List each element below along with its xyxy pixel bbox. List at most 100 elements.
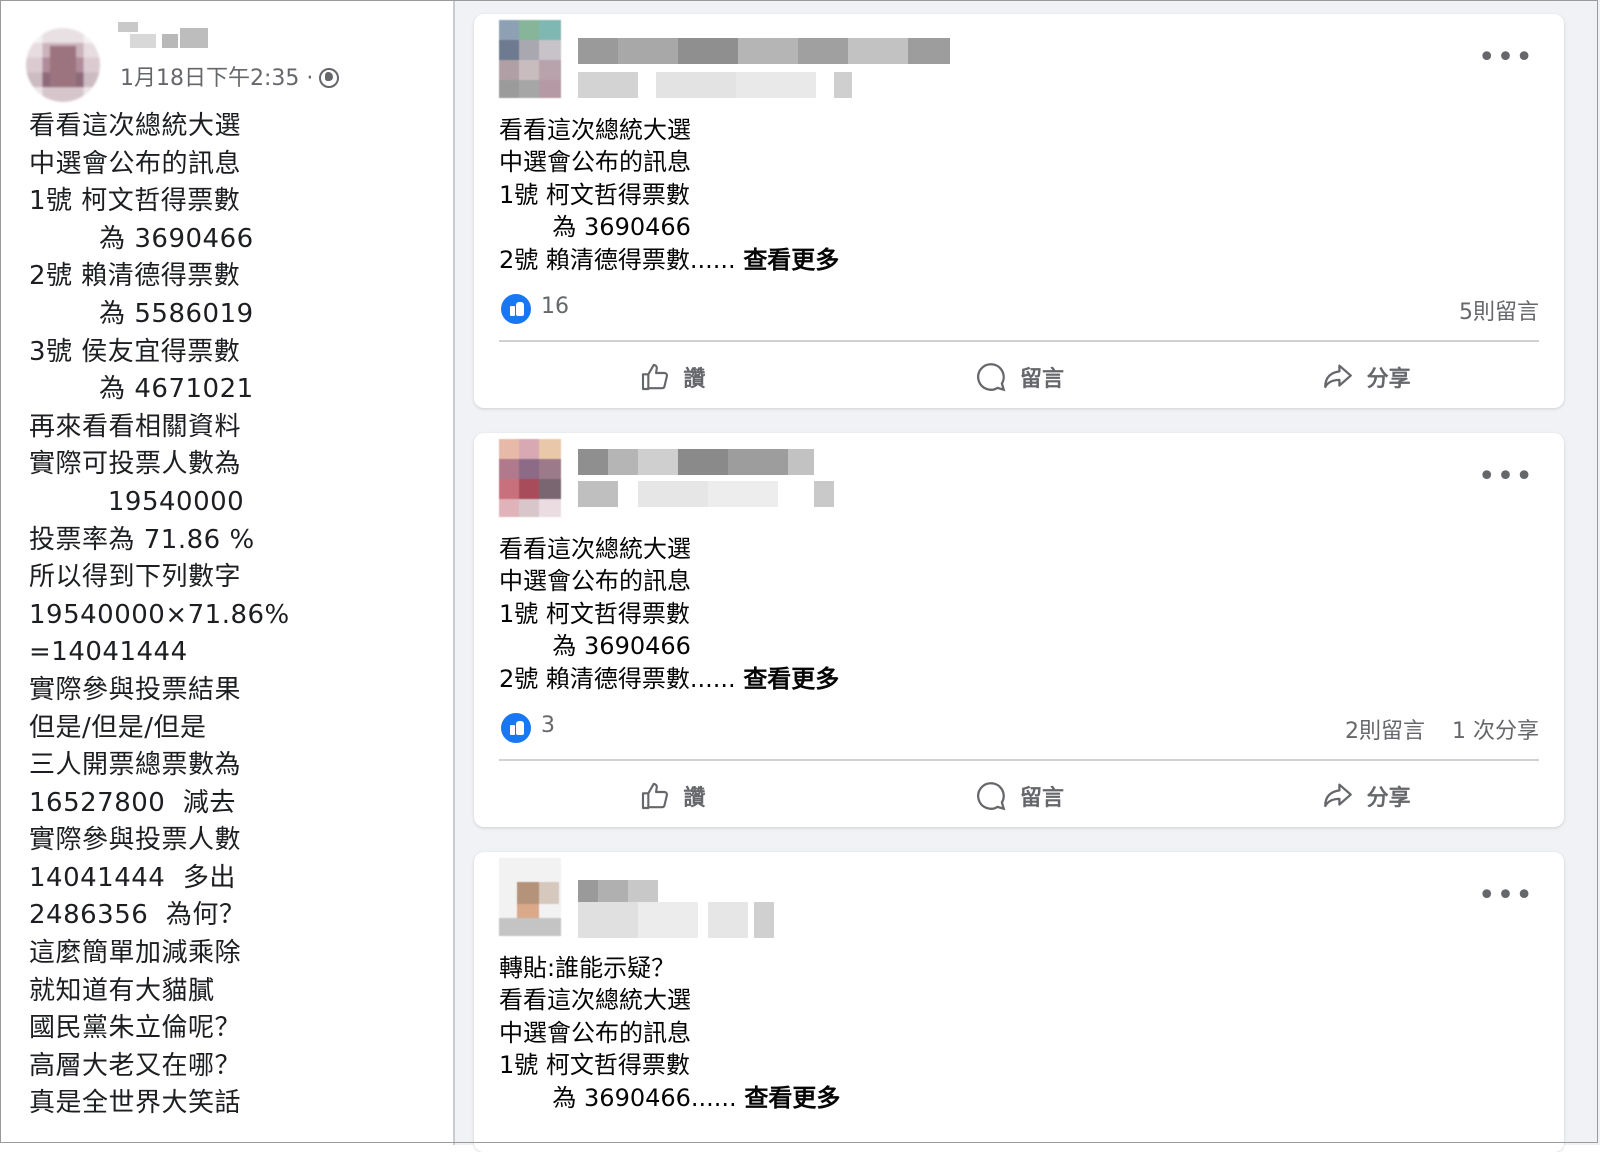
post-line: 為 5586019: [29, 298, 254, 329]
post-line: 看看這次總統大選: [499, 535, 691, 563]
post-line: 2486356 為何？: [29, 900, 246, 931]
post-line-text: 2號 賴清德得票數......: [499, 245, 736, 274]
post-line: 實際參與投票人數: [29, 825, 242, 856]
post-line: 2號 賴清德得票數...... 查看更多: [499, 663, 1499, 695]
like-button[interactable]: 讚: [499, 352, 846, 402]
post-line: 中選會公布的訊息: [499, 1018, 691, 1047]
post-meta-redacted[interactable]: [578, 72, 858, 98]
more-options-icon[interactable]: •••: [1478, 462, 1534, 492]
post-body: 看看這次總統大選 中選會公布的訊息 1號 柯文哲得票數 為 3690466 2號 賴清…: [29, 108, 439, 1123]
post-line: 三人開票總票數為: [29, 750, 242, 781]
see-more-link[interactable]: 查看更多: [744, 1084, 840, 1112]
post-line-text: 為 3690466......: [499, 1083, 737, 1112]
globe-icon: [319, 68, 340, 88]
like-button[interactable]: 讚: [499, 771, 846, 821]
post-line: 1號 柯文哲得票數: [499, 180, 690, 209]
post-line: 投票率為 71.86 %: [29, 524, 255, 555]
action-bar: 讚 留言 分享: [499, 352, 1539, 402]
author-avatar[interactable]: [26, 28, 100, 102]
post-line: 高層大老又在哪？: [29, 1050, 242, 1081]
see-more-link[interactable]: 查看更多: [743, 665, 839, 693]
post-line: 19540000: [29, 486, 245, 517]
post-line: 這麼簡單加減乘除: [29, 938, 242, 969]
post-line-text: 2號 賴清德得票數......: [499, 664, 736, 693]
post-line: 看看這次總統大選: [499, 116, 691, 144]
poster-avatar[interactable]: [499, 858, 561, 936]
thumbs-up-icon: [642, 782, 669, 810]
post-line: 為 3690466: [499, 213, 691, 242]
post-text: 轉貼:誰能示疑？ 看看這次總統大選 中選會公布的訊息 1號 柯文哲得票數 為 3…: [499, 952, 1499, 1114]
divider: [499, 340, 1539, 342]
share-button[interactable]: 分享: [1192, 771, 1539, 821]
post-card: ••• 看看這次總統大選 中選會公布的訊息 1號 柯文哲得票數 為 369046…: [474, 433, 1564, 827]
post-line: 真是全世界大笑話: [29, 1088, 242, 1119]
post-line: 19540000×71.86%: [29, 599, 290, 630]
like-label: 讚: [683, 786, 706, 811]
comment-icon: [977, 363, 1006, 392]
post-text: 看看這次總統大選 中選會公布的訊息 1號 柯文哲得票數 為 3690466 2號…: [499, 533, 1499, 695]
post-line: 中選會公布的訊息: [29, 148, 242, 179]
post-line: 國民黨朱立倫呢？: [29, 1013, 242, 1044]
post-line: 實際可投票人數為: [29, 449, 242, 480]
post-line: 14041444 多出: [29, 862, 236, 893]
post-line: =14041444: [29, 637, 188, 668]
share-button[interactable]: 分享: [1192, 352, 1539, 402]
poster-avatar[interactable]: [499, 439, 561, 517]
post-card: ••• 轉貼:誰能示疑？ 看看這次總統大選 中選會公布的訊息 1號 柯文哲得票數…: [474, 852, 1564, 1152]
timestamp-text[interactable]: 1月18日下午2:35 ·: [120, 66, 313, 91]
post-line: 3號 侯友宜得票數: [29, 336, 241, 367]
post-line: 為 3690466...... 查看更多: [499, 1082, 1499, 1114]
post-line: 為 3690466: [29, 223, 254, 254]
reaction-stats: 3 2則留言 1 次分享: [501, 711, 1539, 747]
share-label: 分享: [1366, 367, 1411, 392]
post-line: 16527800 減去: [29, 787, 236, 818]
like-count[interactable]: 3: [541, 713, 555, 738]
share-icon: [1323, 364, 1352, 389]
post-line: 1號 柯文哲得票數: [499, 1051, 690, 1080]
post-text: 看看這次總統大選 中選會公布的訊息 1號 柯文哲得票數 為 3690466 2號…: [499, 114, 1499, 276]
post-line: 為 4671021: [29, 374, 254, 405]
poster-avatar[interactable]: [499, 20, 561, 98]
post-line: 中選會公布的訊息: [499, 567, 691, 596]
comment-count[interactable]: 2則留言: [1345, 719, 1425, 744]
search-results-feed: ••• 看看這次總統大選 中選會公布的訊息 1號 柯文哲得票數 為 369046…: [455, 0, 1600, 1152]
action-bar: 讚 留言 分享: [499, 771, 1539, 821]
comment-button[interactable]: 留言: [846, 771, 1193, 821]
poster-name-redacted[interactable]: [578, 38, 950, 64]
post-card: ••• 看看這次總統大選 中選會公布的訊息 1號 柯文哲得票數 為 369046…: [474, 14, 1564, 408]
post-line: 2號 賴清德得票數: [29, 261, 241, 292]
post-meta-redacted[interactable]: [578, 902, 774, 938]
like-count[interactable]: 16: [541, 294, 569, 319]
post-line: 1號 柯文哲得票數: [499, 599, 690, 628]
comment-button[interactable]: 留言: [846, 352, 1193, 402]
post-line: 實際參與投票結果: [29, 674, 242, 705]
author-name-redacted[interactable]: [118, 20, 210, 50]
post-line: 看看這次總統大選: [499, 986, 691, 1015]
post-meta-redacted[interactable]: [578, 481, 834, 507]
like-reaction-icon[interactable]: [501, 294, 531, 324]
post-line: 中選會公布的訊息: [499, 148, 691, 177]
post-timestamp[interactable]: 1月18日下午2:35 ·: [120, 60, 340, 92]
poster-name-redacted[interactable]: [578, 449, 814, 475]
share-icon: [1323, 783, 1352, 808]
post-line: 看看這次總統大選: [29, 111, 242, 141]
share-count[interactable]: 1 次分享: [1452, 719, 1539, 744]
comment-label: 留言: [1020, 367, 1065, 392]
more-options-icon[interactable]: •••: [1478, 881, 1534, 911]
post-line: 1號 柯文哲得票數: [29, 186, 241, 217]
comment-count[interactable]: 5則留言: [1459, 300, 1539, 325]
post-line: 為 3690466: [499, 632, 691, 661]
comment-label: 留言: [1020, 786, 1065, 811]
left-post: 1月18日下午2:35 · 看看這次總統大選 中選會公布的訊息 1號 柯文哲得票數 …: [0, 0, 455, 1145]
divider: [499, 759, 1539, 761]
post-line: 就知道有大貓膩: [29, 975, 215, 1006]
post-line: 再來看看相關資料: [29, 411, 242, 442]
reaction-stats: 16 5則留言: [501, 292, 1539, 328]
like-reaction-icon[interactable]: [501, 713, 531, 743]
see-more-link[interactable]: 查看更多: [743, 246, 839, 274]
more-options-icon[interactable]: •••: [1478, 43, 1534, 73]
thumbs-up-icon: [642, 363, 669, 391]
like-label: 讚: [683, 367, 706, 392]
share-label: 分享: [1366, 786, 1411, 811]
post-line: 2號 賴清德得票數...... 查看更多: [499, 244, 1499, 276]
